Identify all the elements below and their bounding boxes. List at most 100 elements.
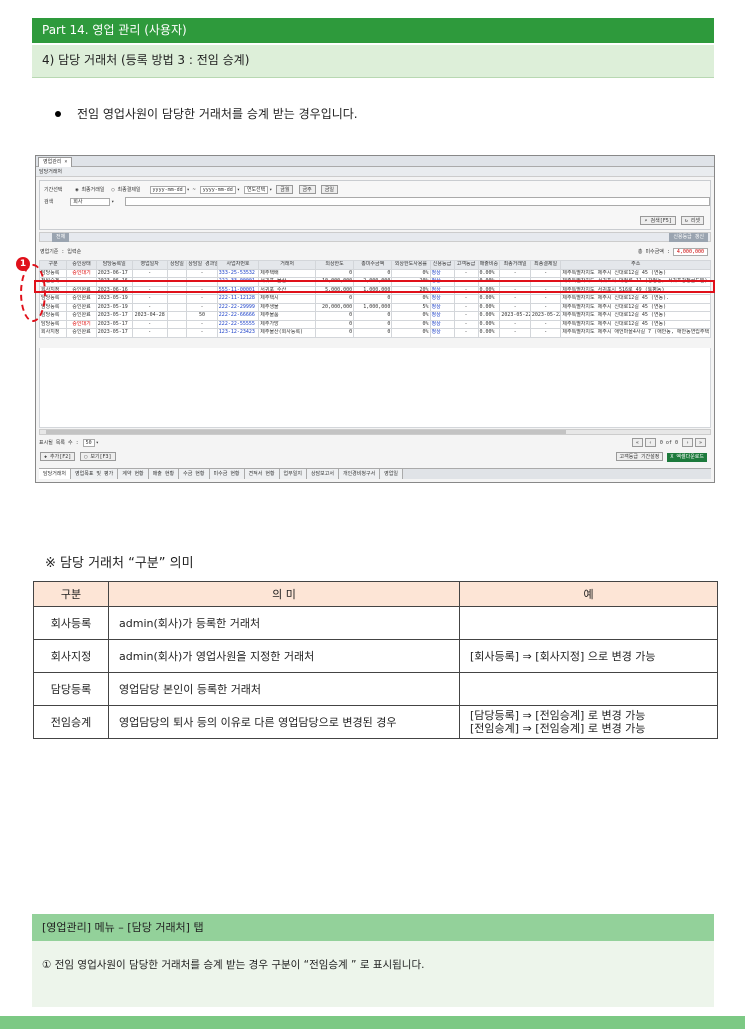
grid-column-header[interactable]: 영업일자 [131,260,168,270]
customer-grade-period-button[interactable]: 고객등급 기간설정 [615,452,664,461]
highlight-row-box [34,280,715,293]
grid-cell [166,302,188,312]
this-month-button[interactable]: 금월 [276,185,294,194]
grid-cell: 0 [314,311,355,321]
grid-cell [166,294,188,304]
grid-cell: - [499,268,531,278]
bottom-tab[interactable]: 개인경비청구서 [338,469,381,479]
view-button[interactable]: ▢ 보기[F3] [80,452,116,461]
excel-download-button[interactable]: X 엑셀다운로드 [667,453,707,462]
grid-cell: 제주특별자치도 제주시 신대로12길 45 (연동). [560,294,711,304]
grid-column-header[interactable]: 승인상태 [66,260,97,270]
grid-cell: 제주택시 [258,294,316,304]
bottom-tab[interactable]: 수금 현황 [179,469,210,479]
excel-icon: X [670,454,674,460]
grid-cell: 20,000,000 [314,302,355,312]
grid-cell: 2023-05-22 [529,311,562,321]
meaning-cell: admin(회사)가 영업사원을 지정한 거래처 [108,639,460,673]
tab-sales-management[interactable]: 영업관리 × [38,157,73,167]
grid-cell: - [186,319,218,329]
grid-cell: - [186,302,218,312]
last-page-button[interactable]: » [694,438,706,447]
table-row[interactable]: 담당등록 승인대기 2023-05-17- -222-22-55555 제주가방 0 0 0%… [38,319,711,329]
bottom-tab[interactable]: 영업일 [380,469,403,479]
bottom-tab[interactable]: 업무일지 [279,469,307,479]
table-row[interactable]: 담당등록 승인완료 2023-05-17 2023-04-28 50 222-22-666… [38,311,711,321]
pager-row: 표시될 목록 수 : 50 ▾ «‹ 0 of 0 ›» [39,438,711,450]
menu-path-title: [영업관리] 메뉴 – [담당 거래처] 탭 [32,914,714,941]
today-button[interactable]: 금일 [320,185,338,194]
bottom-tab[interactable]: 미수금 현황 [209,469,245,479]
bottom-tab[interactable]: 계약 현황 [118,469,149,479]
date-to-input[interactable]: yyyy-mm-dd [199,185,236,194]
bottom-tab[interactable]: 매출 현황 [148,469,180,479]
credit-grade-button[interactable]: 신용등급 갱신 [669,233,708,242]
grid-cell: 0.00% [477,311,501,321]
prev-page-button[interactable]: ‹ [644,438,656,447]
bottom-tab[interactable]: 상담보고서 [306,469,339,479]
grid-cell: - [131,319,168,329]
bottom-tab[interactable]: 담당거래처 [39,469,72,479]
grid-column-header[interactable]: 최종결제일 [529,260,562,270]
search-form: 기간선택 ◉ 최종거래일 ○ 최종결제일 yyyy-mm-dd ▾ ~ yyyy-… [39,180,711,230]
plus-icon: ✚ [44,454,48,460]
grid-cell: 2023-05-19 [95,302,133,312]
document-icon: ▢ [84,454,88,460]
grid-column-header[interactable]: 구분 [38,260,68,270]
grid-cell: 5% [391,302,431,312]
search-type-select[interactable]: 회사 [70,197,111,206]
search-button[interactable]: ⌕ 검색[F5] [640,216,676,225]
grid-column-header[interactable]: 외상한도 [314,260,355,270]
search-input[interactable] [125,197,710,206]
radio-last-payment[interactable]: ○ 최종결제일 [111,187,140,193]
grid-column-header[interactable]: 담당등록일 [95,260,133,270]
grid-cell: 2023-05-17 [95,311,133,321]
grid-column-header[interactable]: 거래처 [258,260,316,270]
grid-cell: 222-11-12128 [216,294,260,304]
grid-cell: 2023-05-22 [499,311,531,321]
grid-cell: 0 [353,328,393,338]
grid-column-header[interactable]: 상담일 [166,260,188,270]
refresh-icon: ↻ [684,218,688,224]
bottom-tab[interactable]: 견적서 현황 [244,469,280,479]
grid-cell: 0% [391,294,431,304]
table-row[interactable]: 담당등록 승인대기 2023-06-17- -333-25-53532 제주택배 0 0 0%… [38,268,711,278]
grid-column-header[interactable]: 신용등급 [429,260,455,270]
table-row[interactable]: 담당등록 승인완료 2023-05-19- -222-11-12128 제주택시 0 0 0%… [38,294,711,304]
horizontal-scrollbar[interactable] [39,429,711,435]
table-row[interactable]: 담당등록 승인완료 2023-05-19- -222-22-29999 제주생물 20,0… [38,302,711,312]
grid-column-header[interactable]: 외상한도사용률 [391,260,431,270]
grid-column-header[interactable]: 주소 [560,260,711,270]
meaning-cell: admin(회사)가 등록한 거래처 [108,606,460,640]
example-cell: [담당등록] ⇒ [전임승계] 로 변경 가능 [전임승계] ⇒ [전임승계] … [459,705,718,739]
radio-last-trade[interactable]: ◉ 최종거래일 [75,187,104,193]
next-page-button[interactable]: › [681,438,693,447]
add-button[interactable]: ✚ 추가[F2] [40,452,76,461]
grid-column-header[interactable]: 최종거래일 [499,260,531,270]
page-size-select[interactable]: 50 [82,438,95,447]
grid-cell: 제주특별자치도 제주시 신대로12길 45 (연동) [560,311,711,321]
year-select[interactable]: 연도선택 [243,185,269,194]
grid-column-header[interactable]: 매출비중 [477,260,501,270]
table-row: 회사등록 admin(회사)가 등록한 거래처 [33,606,718,640]
grid-cell: - [453,311,479,321]
table-row[interactable]: 회사지정 승인완료 2023-05-17- -123-12-23423 제주물산(회사등… [38,328,711,338]
date-from-input[interactable]: yyyy-mm-dd [149,185,186,194]
customer-grid: 구분승인상태담당등록일영업일자상담일상담일 경과일수사업자번호거래처외상한도총미… [38,260,711,338]
grid-column-header[interactable]: 상담일 경과일수 [186,260,218,270]
this-week-button[interactable]: 금주 [298,185,316,194]
meaning-cell: 영업담당의 퇴사 등의 이유로 다른 영업담당으로 변경된 경우 [108,705,460,739]
grid-column-header[interactable]: 고객등급 [453,260,479,270]
part-title: Part 14. 영업 관리 (사용자) [32,18,714,43]
total-receivable-value: 4,000,000 [672,248,708,256]
all-button[interactable]: 전체 [52,233,70,242]
bottom-tab[interactable]: 영업목표 및 평가 [71,469,119,479]
grid-column-header[interactable]: 총미수금액 [353,260,393,270]
reset-button[interactable]: ↻ 리셋 [680,216,704,225]
first-page-button[interactable]: « [631,438,643,447]
grid-cell: 회사지정 [38,328,68,338]
grid-cell: 정상 [429,328,455,338]
grid-cell: 333-25-53532 [216,268,260,278]
grid-column-header[interactable]: 사업자번호 [216,260,260,270]
col-header-example: 예 [459,581,718,607]
